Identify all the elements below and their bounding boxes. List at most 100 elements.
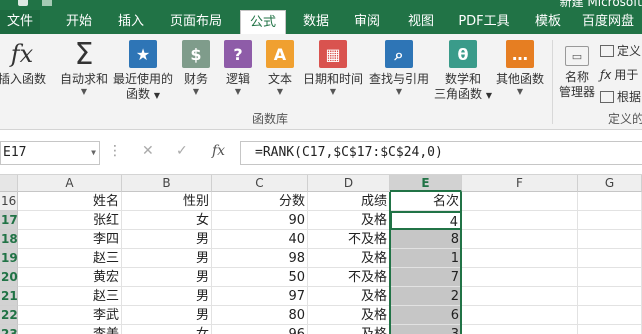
insert-function-icon[interactable]: fx xyxy=(212,143,225,159)
insert-function-button[interactable]: fx 插入函数 xyxy=(0,40,48,87)
tab-view[interactable]: 视图 xyxy=(400,10,442,34)
tab-home[interactable]: 开始 xyxy=(58,10,100,34)
table-cell[interactable]: 赵三 xyxy=(18,287,122,306)
column-header-b[interactable]: B xyxy=(122,175,212,192)
column-header-c[interactable]: C xyxy=(212,175,308,192)
more-functions-button[interactable]: … 其他函数 ▼ xyxy=(494,40,546,97)
tab-review[interactable]: 审阅 xyxy=(346,10,388,34)
save-icon[interactable] xyxy=(18,0,28,6)
empty-cell[interactable] xyxy=(462,192,578,211)
selected-cell[interactable]: 8 xyxy=(390,230,462,249)
table-cell[interactable]: 80 xyxy=(212,306,308,325)
tab-formulas[interactable]: 公式 xyxy=(240,10,286,35)
name-manager-button[interactable]: ▭ 名称 管理器 xyxy=(556,46,598,100)
use-in-formula-button[interactable]: ƒx 用于 xyxy=(600,66,638,83)
table-cell[interactable]: 黄宏 xyxy=(18,268,122,287)
table-header-cell[interactable]: 成绩 xyxy=(308,192,390,211)
empty-cell[interactable] xyxy=(578,306,642,325)
column-header-f[interactable]: F xyxy=(462,175,578,192)
date-time-button[interactable]: ▦ 日期和时间 ▼ xyxy=(302,40,364,97)
table-header-cell[interactable]: 分数 xyxy=(212,192,308,211)
empty-cell[interactable] xyxy=(578,325,642,334)
recent-functions-button[interactable]: ★ 最近使用的 函数 ▼ xyxy=(112,40,174,103)
tab-insert[interactable]: 插入 xyxy=(110,10,152,34)
table-header-cell[interactable]: 名次 xyxy=(390,192,462,211)
empty-cell[interactable] xyxy=(578,287,642,306)
row-header[interactable]: 23 xyxy=(0,325,18,334)
enter-icon[interactable]: ✓ xyxy=(176,143,188,159)
row-header[interactable]: 18 xyxy=(0,230,18,249)
table-cell[interactable]: 96 xyxy=(212,325,308,334)
lookup-reference-button[interactable]: ⌕ 查找与引用 ▼ xyxy=(368,40,430,97)
tab-file[interactable]: 文件 xyxy=(0,10,40,34)
tab-page-layout[interactable]: 页面布局 xyxy=(162,10,230,34)
table-cell[interactable]: 李武 xyxy=(18,306,122,325)
text-functions-button[interactable]: A 文本 ▼ xyxy=(264,40,296,97)
table-cell[interactable]: 男 xyxy=(122,306,212,325)
empty-cell[interactable] xyxy=(462,325,578,334)
table-cell[interactable]: 98 xyxy=(212,249,308,268)
empty-cell[interactable] xyxy=(578,230,642,249)
table-cell[interactable]: 赵三 xyxy=(18,249,122,268)
column-header-g[interactable]: G xyxy=(578,175,642,192)
table-cell[interactable]: 97 xyxy=(212,287,308,306)
table-cell[interactable]: 不及格 xyxy=(308,230,390,249)
financial-button[interactable]: $ 财务 ▼ xyxy=(180,40,212,97)
selected-cell[interactable]: 2 xyxy=(390,287,462,306)
row-header[interactable]: 17 xyxy=(0,211,18,230)
empty-cell[interactable] xyxy=(578,268,642,287)
empty-cell[interactable] xyxy=(462,230,578,249)
column-header-a[interactable]: A xyxy=(18,175,122,192)
table-cell[interactable]: 及格 xyxy=(308,287,390,306)
column-header-e[interactable]: E xyxy=(390,175,462,192)
tab-pdf-tools[interactable]: PDF工具 xyxy=(452,10,516,34)
table-cell[interactable]: 张红 xyxy=(18,211,122,230)
active-cell[interactable]: 4 xyxy=(390,211,462,230)
table-cell[interactable]: 男 xyxy=(122,287,212,306)
empty-cell[interactable] xyxy=(578,211,642,230)
formula-input[interactable]: =RANK(C17,$C$17:$C$24,0) xyxy=(240,141,642,165)
row-header[interactable]: 22 xyxy=(0,306,18,325)
selected-cell[interactable]: 6 xyxy=(390,306,462,325)
name-box[interactable]: E17 ▼ xyxy=(0,141,100,165)
undo-icon[interactable] xyxy=(42,0,52,6)
table-cell[interactable]: 女 xyxy=(122,211,212,230)
table-cell[interactable]: 90 xyxy=(212,211,308,230)
math-trig-button[interactable]: θ 数学和 三角函数 ▼ xyxy=(432,40,494,103)
select-all-corner[interactable] xyxy=(0,175,18,192)
empty-cell[interactable] xyxy=(578,249,642,268)
create-from-selection-button[interactable]: 根据 xyxy=(600,88,641,105)
table-cell[interactable]: 及格 xyxy=(308,249,390,268)
table-header-cell[interactable]: 性别 xyxy=(122,192,212,211)
empty-cell[interactable] xyxy=(462,249,578,268)
empty-cell[interactable] xyxy=(462,306,578,325)
table-cell[interactable]: 李美 xyxy=(18,325,122,334)
autosum-button[interactable]: Σ 自动求和 ▼ xyxy=(58,39,110,97)
define-name-button[interactable]: 定义 xyxy=(600,42,641,59)
tab-templates[interactable]: 模板 xyxy=(526,10,570,34)
empty-cell[interactable] xyxy=(462,268,578,287)
table-cell[interactable]: 男 xyxy=(122,230,212,249)
table-cell[interactable]: 及格 xyxy=(308,211,390,230)
table-cell[interactable]: 及格 xyxy=(308,325,390,334)
table-cell[interactable]: 50 xyxy=(212,268,308,287)
column-header-d[interactable]: D xyxy=(308,175,390,192)
table-cell[interactable]: 不及格 xyxy=(308,268,390,287)
selected-cell[interactable]: 7 xyxy=(390,268,462,287)
row-header[interactable]: 16 xyxy=(0,192,18,211)
table-cell[interactable]: 女 xyxy=(122,325,212,334)
selected-cell[interactable]: 1 xyxy=(390,249,462,268)
drag-handle-icon[interactable]: ⋮ xyxy=(108,143,122,159)
row-header[interactable]: 20 xyxy=(0,268,18,287)
table-cell[interactable]: 李四 xyxy=(18,230,122,249)
empty-cell[interactable] xyxy=(462,287,578,306)
logical-button[interactable]: ? 逻辑 ▼ xyxy=(222,40,254,97)
row-header[interactable]: 19 xyxy=(0,249,18,268)
tab-data[interactable]: 数据 xyxy=(296,10,336,34)
selected-cell[interactable]: 3 xyxy=(390,325,462,334)
cancel-icon[interactable]: ✕ xyxy=(142,143,154,159)
table-cell[interactable]: 40 xyxy=(212,230,308,249)
empty-cell[interactable] xyxy=(462,211,578,230)
table-cell[interactable]: 男 xyxy=(122,249,212,268)
row-header[interactable]: 21 xyxy=(0,287,18,306)
